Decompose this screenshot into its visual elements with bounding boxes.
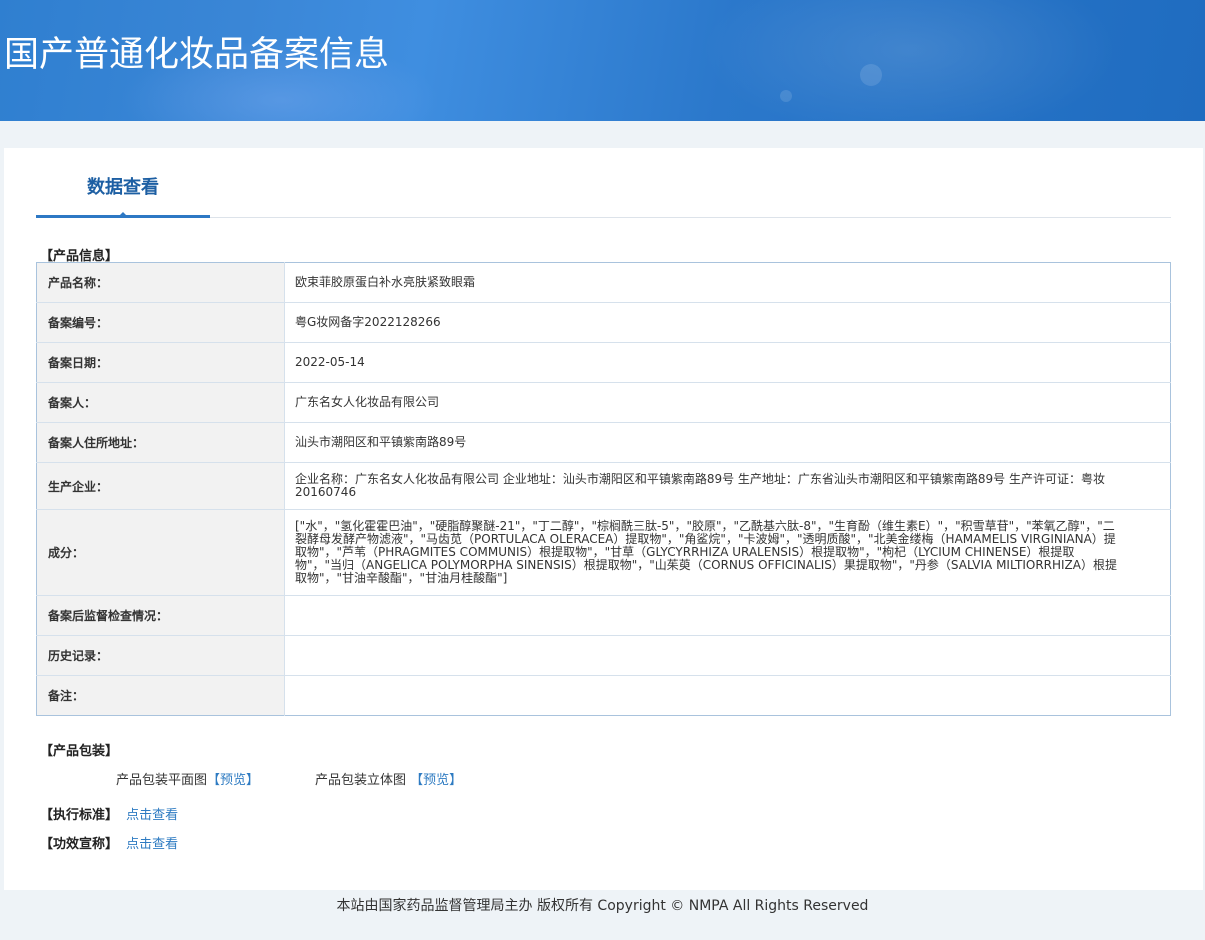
product-info-table: 产品名称： 欧束菲胶原蛋白补水亮肤紧致眼霜 备案编号： 粤G妆网备字202212… bbox=[36, 262, 1171, 716]
tab-data-view[interactable]: 数据查看 bbox=[36, 148, 210, 218]
package-flat-preview-link[interactable]: 【预览】 bbox=[207, 773, 259, 788]
row-value: 欧束菲胶原蛋白补水亮肤紧致眼霜 bbox=[284, 262, 1171, 303]
package-solid-label: 产品包装立体图 bbox=[315, 773, 407, 788]
efficacy-view-link[interactable]: 点击查看 bbox=[126, 837, 178, 852]
tab-bar: 数据查看 bbox=[36, 148, 1171, 218]
footer-copyright: 本站由国家药品监督管理局主办 版权所有 Copyright © NMPA All… bbox=[336, 898, 869, 914]
row-key: 生产企业： bbox=[36, 462, 285, 510]
row-key: 成分： bbox=[36, 509, 285, 596]
table-row: 备案人住所地址： 汕头市潮阳区和平镇紫南路89号 bbox=[36, 422, 1171, 463]
tab-indicator-caret bbox=[117, 212, 129, 218]
package-solid-item: 产品包装立体图 【预览】 bbox=[315, 769, 462, 788]
page-header: 国产普通化妆品备案信息 bbox=[0, 0, 1205, 121]
efficacy-row: 【功效宣称】 点击查看 bbox=[40, 833, 178, 852]
row-value: 粤G妆网备字2022128266 bbox=[284, 302, 1171, 343]
table-row: 备案编号： 粤G妆网备字2022128266 bbox=[36, 302, 1171, 343]
table-row: 备案后监督检查情况： bbox=[36, 595, 1171, 636]
row-value: 企业名称：广东名女人化妆品有限公司 企业地址：汕头市潮阳区和平镇紫南路89号 生… bbox=[284, 462, 1171, 510]
table-row: 生产企业： 企业名称：广东名女人化妆品有限公司 企业地址：汕头市潮阳区和平镇紫南… bbox=[36, 462, 1171, 510]
table-row: 备案日期： 2022-05-14 bbox=[36, 342, 1171, 383]
row-key: 产品名称： bbox=[36, 262, 285, 303]
table-row: 备注： bbox=[36, 675, 1171, 716]
row-key: 备案编号： bbox=[36, 302, 285, 343]
package-flat-item: 产品包装平面图【预览】 bbox=[116, 769, 259, 788]
row-key: 备案人： bbox=[36, 382, 285, 423]
row-key: 备案后监督检查情况： bbox=[36, 595, 285, 636]
standard-view-link[interactable]: 点击查看 bbox=[126, 808, 178, 823]
row-value bbox=[284, 595, 1171, 636]
package-flat-label: 产品包装平面图 bbox=[116, 773, 208, 788]
page-title: 国产普通化妆品备案信息 bbox=[4, 35, 390, 75]
table-row: 产品名称： 欧束菲胶原蛋白补水亮肤紧致眼霜 bbox=[36, 262, 1171, 303]
table-row: 历史记录： bbox=[36, 635, 1171, 676]
row-value: 2022-05-14 bbox=[284, 342, 1171, 383]
row-value: ["水"，"氢化霍霍巴油"，"硬脂醇聚醚-21"，"丁二醇"，"棕榈酰三肽-5"… bbox=[284, 509, 1171, 596]
content-card: 数据查看 【产品信息】 产品名称： 欧束菲胶原蛋白补水亮肤紧致眼霜 备案编号： … bbox=[4, 148, 1203, 890]
row-value bbox=[284, 635, 1171, 676]
efficacy-label: 【功效宣称】 bbox=[40, 837, 119, 852]
row-value bbox=[285, 676, 1171, 716]
package-solid-preview-link[interactable]: 【预览】 bbox=[410, 773, 462, 788]
table-row: 备案人： 广东名女人化妆品有限公司 bbox=[36, 382, 1171, 423]
row-key: 备注： bbox=[36, 675, 285, 716]
standard-row: 【执行标准】 点击查看 bbox=[40, 804, 178, 823]
standard-label: 【执行标准】 bbox=[40, 808, 119, 823]
table-row: 成分： ["水"，"氢化霍霍巴油"，"硬脂醇聚醚-21"，"丁二醇"，"棕榈酰三… bbox=[36, 509, 1171, 596]
row-value: 广东名女人化妆品有限公司 bbox=[284, 382, 1171, 423]
packaging-label: 【产品包装】 bbox=[40, 744, 119, 759]
row-value: 汕头市潮阳区和平镇紫南路89号 bbox=[284, 422, 1171, 463]
row-key: 历史记录： bbox=[36, 635, 285, 676]
row-key: 备案人住所地址： bbox=[36, 422, 285, 463]
row-key: 备案日期： bbox=[36, 342, 285, 383]
